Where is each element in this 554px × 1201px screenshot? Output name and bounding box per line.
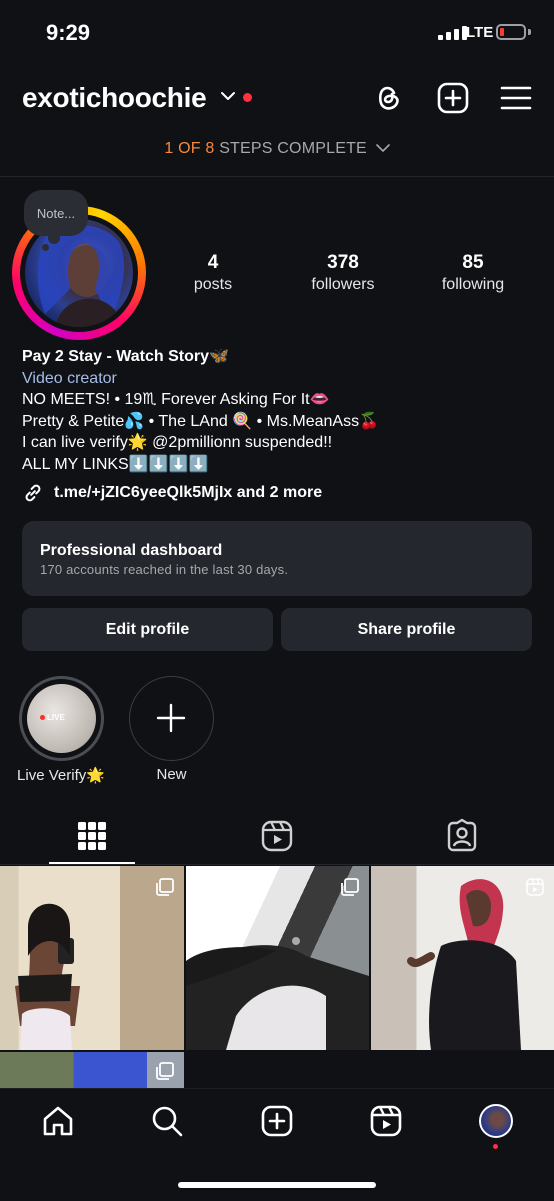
followers-count: 378 [327,252,359,273]
category-label[interactable]: Video creator [22,368,542,390]
highlight-label: Live Verify🌟 [17,767,105,784]
notification-dot [243,93,252,102]
signal-icon [438,26,467,40]
steps-done: 1 OF 8 [164,140,215,157]
post-thumbnail[interactable] [0,866,184,1050]
status-time: 9:29 [46,20,91,45]
reels-icon[interactable] [369,1104,403,1138]
share-profile-button[interactable]: Share profile [281,608,532,651]
note-bubble[interactable]: Note... [24,190,88,236]
followers-stat[interactable]: 378 followers [288,252,398,294]
highlight-label: New [156,766,187,783]
menu-icon[interactable] [498,80,534,116]
network-label: LTE [466,24,494,41]
posts-label: posts [193,276,233,293]
tagged-tab-icon[interactable] [444,818,480,854]
username[interactable]: exotichoochie [22,82,207,114]
home-icon[interactable] [41,1104,75,1138]
reels-tab-icon[interactable] [259,818,295,854]
steps-label: STEPS COMPLETE [219,140,367,157]
dashboard-subtitle: 170 accounts reached in the last 30 days… [40,562,289,577]
carousel-icon [156,878,174,896]
post-thumbnail[interactable] [371,866,554,1050]
notification-dot [493,1144,498,1149]
posts-stat[interactable]: 4 posts [158,252,268,294]
active-tab-indicator [49,862,135,864]
plus-icon [156,703,186,733]
bio-link[interactable]: t.me/+jZIC6yeeQlk5MjIx and 2 more [22,482,322,504]
battery-tip [528,29,531,35]
chevron-down-icon[interactable] [220,88,236,104]
bio-link-text: t.me/+jZIC6yeeQlk5MjIx and 2 more [54,484,323,501]
post-thumbnail[interactable] [0,1052,184,1088]
search-icon[interactable] [150,1104,184,1138]
post-thumbnail[interactable] [186,866,369,1050]
create-icon[interactable] [260,1104,294,1138]
home-indicator [178,1182,376,1188]
bio-name: Pay 2 Stay - Watch Story🦋 [22,348,229,365]
profile-avatar-tab[interactable] [479,1104,513,1138]
following-label: following [441,276,505,293]
bio-line: I can live verify🌟 @2pmillionn suspended… [22,434,333,451]
divider [0,176,554,177]
link-icon [25,484,41,502]
profile-steps-progress[interactable]: 1 OF 8 STEPS COMPLETE [0,140,554,158]
threads-icon[interactable] [370,80,406,116]
following-stat[interactable]: 85 following [418,252,528,294]
carousel-icon [341,878,359,896]
tabs-divider [0,864,554,865]
dashboard-title: Professional dashboard [40,542,223,559]
note-bubble-tail [48,232,60,244]
note-bubble-tail [42,244,49,251]
carousel-icon [156,1062,174,1080]
bio-line: ALL MY LINKS⬇️⬇️⬇️⬇️ [22,455,209,473]
grid-tab-icon[interactable] [74,818,110,854]
create-post-icon[interactable] [435,80,471,116]
reel-icon [526,878,544,896]
battery-icon [496,24,526,40]
chevron-down-icon [375,144,390,153]
edit-profile-button[interactable]: Edit profile [22,608,273,651]
bio-line: Pretty & Petite💦 • The LAnd 🍭 • Ms.MeanA… [22,412,380,430]
following-count: 85 [462,252,484,273]
live-badge: LIVE [40,713,65,722]
bio-line: NO MEETS! • 19♏ Forever Asking For It👄 [22,391,330,408]
followers-label: followers [311,276,375,293]
posts-count: 4 [207,252,219,273]
bio: Pay 2 Stay - Watch Story🦋 Video creator … [22,346,542,475]
